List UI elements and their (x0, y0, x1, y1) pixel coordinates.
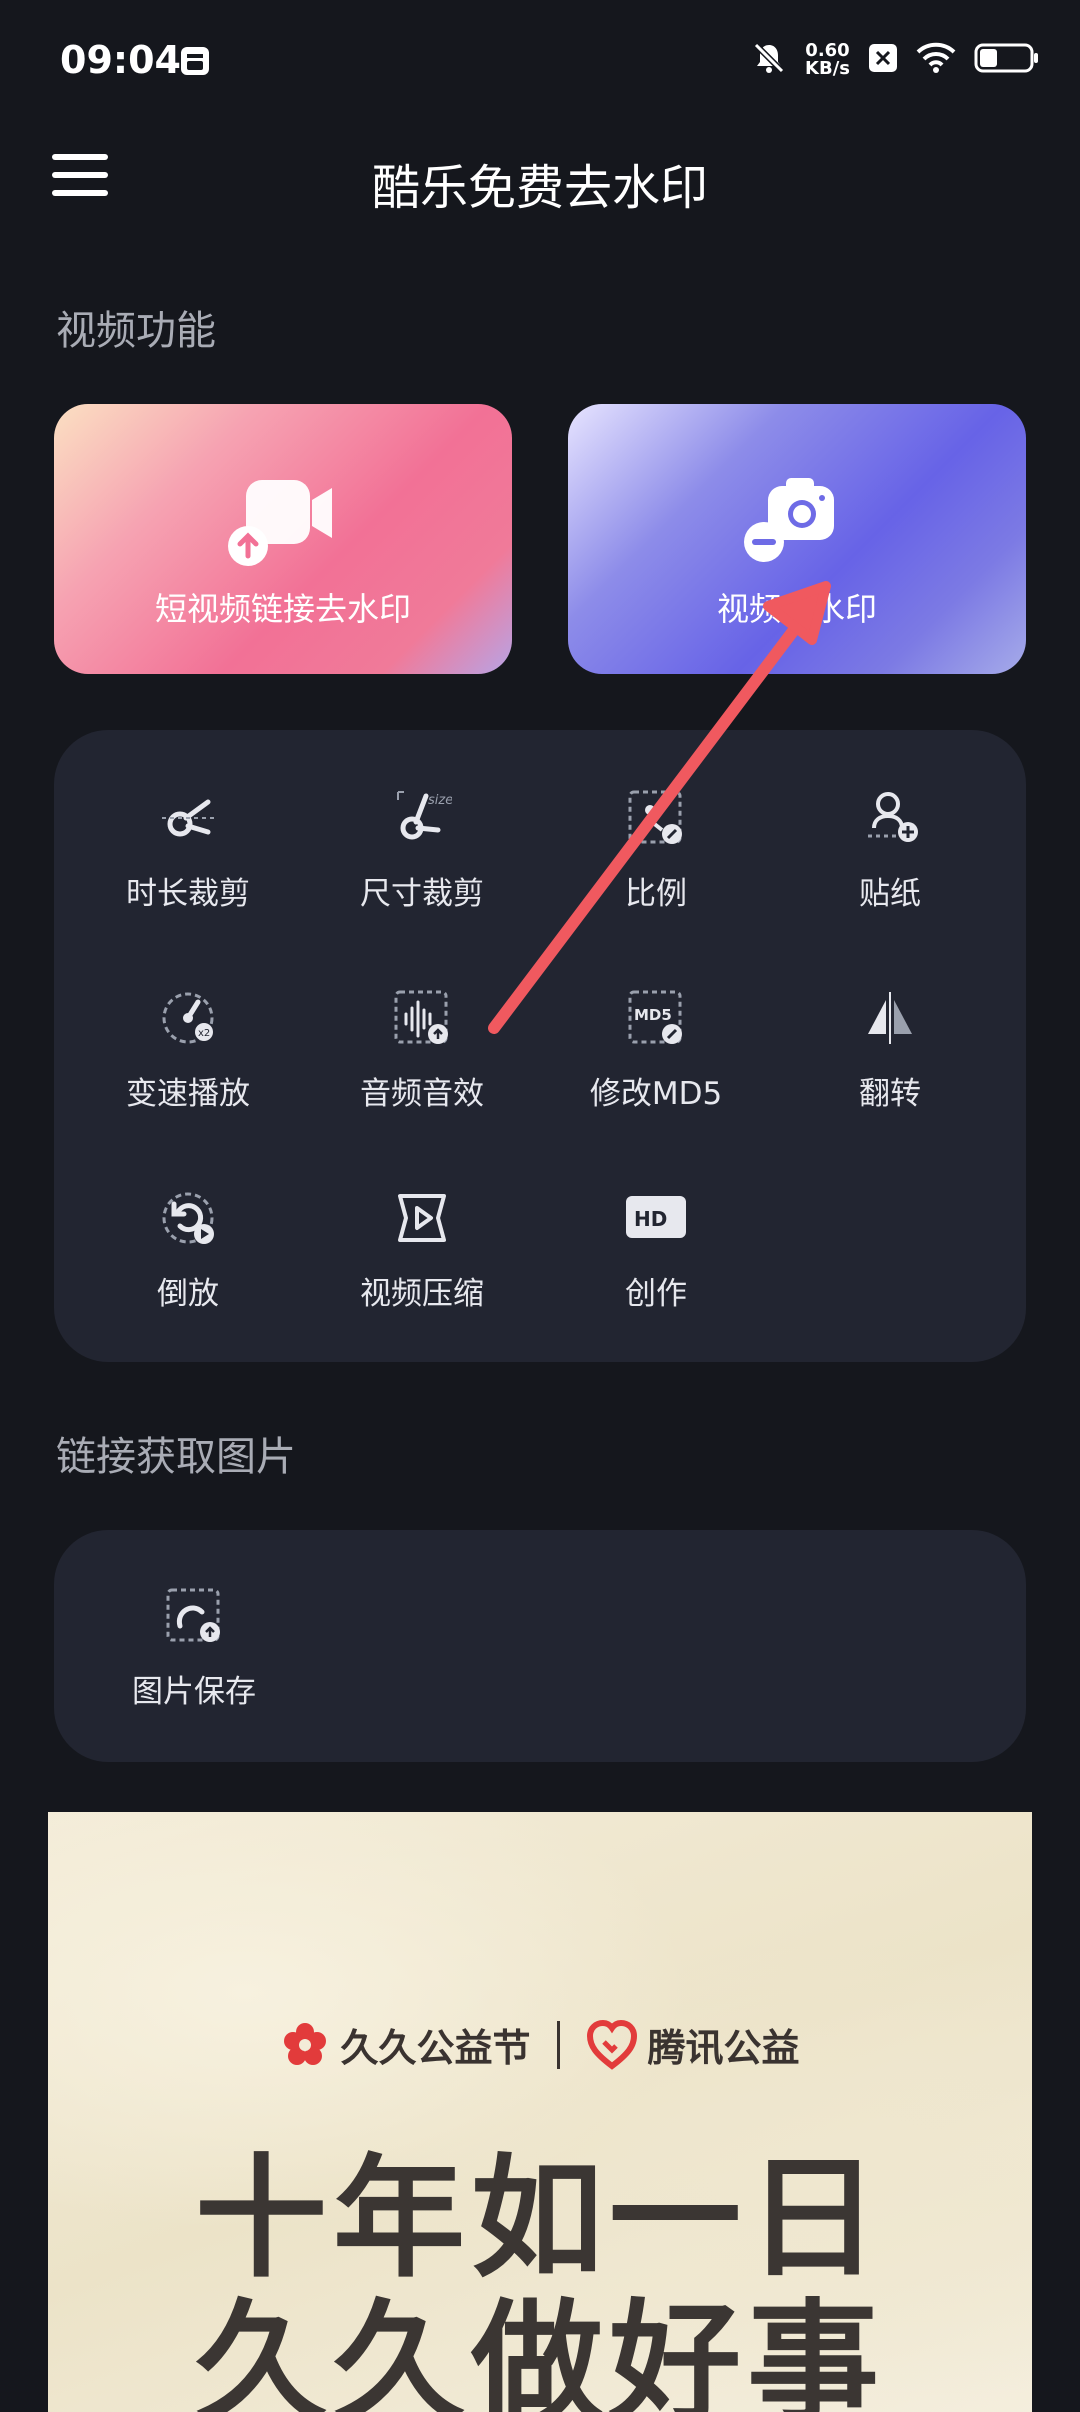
tool-label: 创作 (625, 1276, 687, 1312)
mute-icon (751, 40, 787, 80)
tool-image-save[interactable]: 图片保存 (94, 1586, 294, 1756)
tool-reverse[interactable]: 倒放 (88, 1188, 288, 1358)
svg-text:x2: x2 (198, 1028, 210, 1039)
tool-duration-cut[interactable]: 时长裁剪 (88, 788, 288, 958)
size-cut-icon: size (392, 788, 453, 848)
section-title-image: 链接获取图片 (56, 1434, 296, 1480)
flower-icon (284, 2022, 327, 2065)
tool-flip[interactable]: 翻转 (790, 988, 990, 1158)
wifi-icon (916, 42, 956, 78)
hd-icon: HD (626, 1188, 686, 1248)
network-speed: 0.60 KB/s (805, 42, 850, 78)
tool-create[interactable]: HD 创作 (556, 1188, 756, 1358)
page-title: 酷乐免费去水印 (371, 160, 708, 216)
tool-compress[interactable]: 视频压缩 (322, 1188, 522, 1358)
sticker-icon (860, 788, 920, 848)
md5-icon: MD5 (626, 988, 686, 1048)
svg-text:MD5: MD5 (634, 1006, 672, 1024)
banner-logos: 久久公益节 腾讯公益 (48, 2017, 1032, 2072)
tool-label: 修改MD5 (589, 1076, 723, 1112)
logo-jiujiu: 久久公益节 (280, 2017, 531, 2072)
tool-label: 翻转 (859, 1076, 921, 1112)
charity-banner[interactable]: 久久公益节 腾讯公益 十年如一日 久久做好事 (48, 1812, 1032, 2412)
tool-size-cut[interactable]: size 尺寸裁剪 (322, 788, 522, 958)
video-tools-panel: 时长裁剪 size 尺寸裁剪 比例 贴纸 x2 变速播放 音频音效 MD5 修改… (54, 730, 1026, 1362)
tool-audio[interactable]: 音频音效 (322, 988, 522, 1158)
tool-label: 视频压缩 (360, 1276, 484, 1312)
battery-fill (980, 49, 997, 67)
compress-icon (392, 1188, 452, 1248)
status-time: 09:04 (60, 38, 181, 82)
banner-headline-2: 久久做好事 (195, 2286, 885, 2412)
speed-icon: x2 (158, 988, 218, 1048)
image-save-icon (164, 1586, 224, 1646)
video-upload-icon (218, 470, 348, 574)
logo-left-text: 久久公益节 (340, 2026, 531, 2070)
close-badge-icon (868, 43, 898, 77)
tool-label: 时长裁剪 (126, 876, 250, 912)
duration-cut-icon (158, 788, 218, 848)
tool-sticker[interactable]: 贴纸 (790, 788, 990, 958)
logo-tencent-charity: 腾讯公益 (586, 2017, 800, 2072)
card-label: 短视频链接去水印 (154, 590, 411, 628)
logo-divider (556, 2020, 560, 2069)
tool-label: 尺寸裁剪 (360, 876, 484, 912)
flip-icon (860, 988, 920, 1048)
tool-md5[interactable]: MD5 修改MD5 (556, 988, 756, 1158)
camera-remove-icon (732, 470, 862, 574)
section-title-video: 视频功能 (56, 308, 216, 354)
battery-icon (974, 42, 1040, 78)
ratio-icon (626, 788, 686, 848)
tool-speed[interactable]: x2 变速播放 (88, 988, 288, 1158)
svg-text:HD: HD (634, 1207, 667, 1231)
image-tools-panel: 图片保存 (54, 1530, 1026, 1762)
heart-icon (586, 2019, 637, 2070)
logo-right-text: 腾讯公益 (647, 2026, 800, 2070)
card-label: 视频去水印 (716, 590, 877, 628)
tool-label: 贴纸 (859, 876, 921, 912)
status-icons: 0.60 KB/s (751, 40, 1040, 80)
tool-label: 倒放 (157, 1276, 219, 1312)
tool-ratio[interactable]: 比例 (556, 788, 756, 958)
tool-label: 音频音效 (360, 1076, 484, 1112)
tool-label: 比例 (625, 876, 687, 912)
card-link-watermark-removal[interactable]: 短视频链接去水印 (54, 404, 512, 674)
tool-label: 变速播放 (126, 1076, 250, 1112)
notification-icon (178, 44, 212, 82)
audio-icon (392, 988, 452, 1048)
svg-text:size: size (428, 793, 452, 808)
network-speed-unit: KB/s (805, 58, 850, 79)
tool-label: 图片保存 (132, 1674, 256, 1710)
card-video-watermark-removal[interactable]: 视频去水印 (568, 404, 1026, 674)
reverse-icon (158, 1188, 218, 1248)
